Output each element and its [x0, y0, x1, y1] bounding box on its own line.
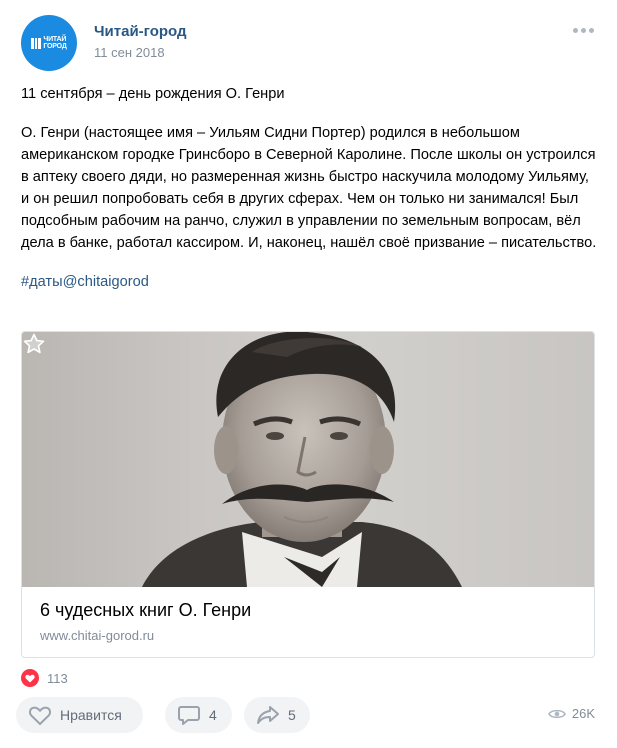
heart-icon: [21, 669, 39, 687]
like-button[interactable]: Нравится: [16, 697, 143, 733]
share-button[interactable]: 5: [244, 697, 310, 733]
views-counter: 26K: [547, 706, 595, 721]
likes-summary[interactable]: 113: [21, 669, 68, 687]
shares-count: 5: [288, 707, 296, 723]
post-header: ЧИТАЙ ГОРОД Читай-город 11 сен 2018: [21, 15, 617, 71]
views-count: 26K: [571, 706, 595, 721]
favorite-star-icon[interactable]: [22, 332, 46, 356]
heart-outline-icon: [28, 706, 52, 725]
wall-post: ЧИТАЙ ГОРОД Читай-город 11 сен 2018 11 с…: [0, 0, 617, 748]
more-options-icon[interactable]: [573, 28, 594, 33]
hashtag-link[interactable]: #даты@chitaigorod: [21, 274, 149, 290]
post-text-body: О. Генри (настоящее имя – Уильям Сидни П…: [21, 125, 597, 251]
eye-icon: [547, 709, 566, 718]
comments-count: 4: [209, 707, 217, 723]
author-name[interactable]: Читай-город: [94, 23, 187, 40]
post-text: 11 сентября – день рождения О. Генри О. …: [21, 83, 601, 310]
post-text-heading: 11 сентября – день рождения О. Генри: [21, 86, 285, 102]
chitai-gorod-logo: ЧИТАЙ ГОРОД: [31, 36, 67, 50]
comment-button[interactable]: 4: [165, 697, 232, 733]
like-label: Нравится: [60, 707, 122, 723]
share-icon: [257, 706, 279, 724]
comment-icon: [178, 706, 200, 725]
link-card-title[interactable]: 6 чудесных книг О. Генри: [40, 600, 251, 621]
post-actions: Нравится 4 5 26K: [16, 697, 617, 735]
author-avatar[interactable]: ЧИТАЙ ГОРОД: [21, 15, 77, 71]
post-date[interactable]: 11 сен 2018: [94, 45, 165, 60]
portrait-photo[interactable]: [22, 332, 594, 587]
link-card-url[interactable]: www.chitai-gorod.ru: [40, 628, 154, 643]
link-card[interactable]: 6 чудесных книг О. Генри www.chitai-goro…: [21, 331, 595, 658]
likes-count: 113: [47, 670, 68, 686]
